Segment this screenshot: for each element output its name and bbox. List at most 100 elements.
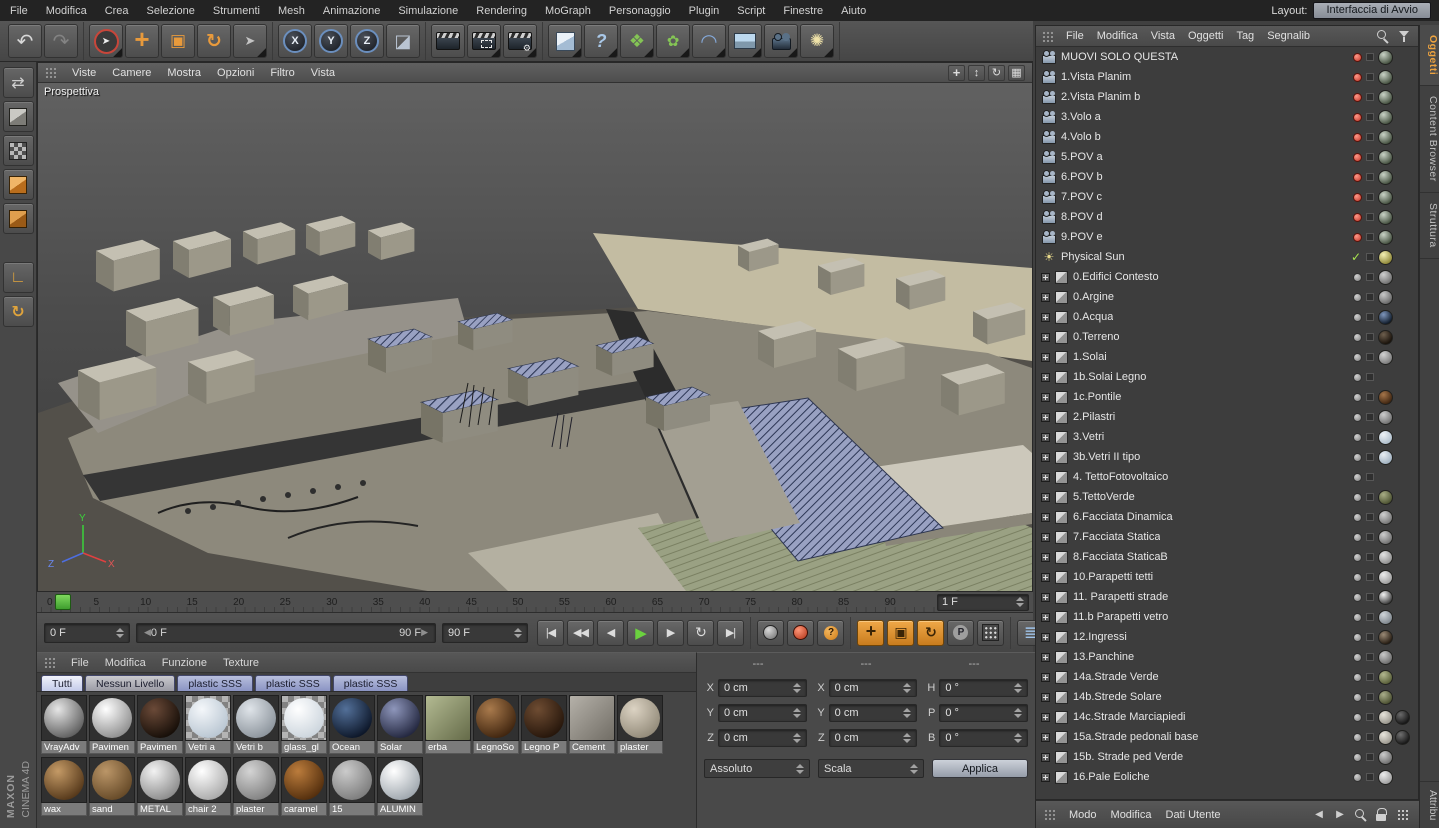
floor-icon[interactable] — [728, 24, 762, 58]
material-name[interactable]: METAL — [137, 803, 183, 816]
object-name[interactable]: 2.Vista Planim b — [1061, 91, 1140, 103]
history-forward-icon[interactable] — [1332, 807, 1348, 823]
stepper-icon[interactable] — [793, 733, 801, 743]
grid-icon[interactable] — [1395, 807, 1411, 823]
object-manager-menu-item[interactable]: Oggetti — [1188, 30, 1223, 42]
menu-item[interactable]: Mesh — [278, 5, 305, 17]
object-name[interactable]: 3b.Vetri II tipo — [1073, 451, 1140, 463]
material-tag-icon[interactable] — [1378, 610, 1393, 625]
object-row[interactable]: 6.Facciata Dinamica — [1036, 507, 1418, 527]
expand-icon[interactable] — [1041, 713, 1050, 722]
object-row[interactable]: 3b.Vetri II tipo — [1036, 447, 1418, 467]
object-row[interactable]: 5.TettoVerde — [1036, 487, 1418, 507]
visibility-dot-icon[interactable] — [1353, 693, 1362, 702]
size-field[interactable]: 0 cm — [829, 729, 918, 747]
apply-button[interactable]: Applica — [932, 759, 1028, 778]
visibility-dot-icon[interactable] — [1353, 553, 1362, 562]
object-name[interactable]: 4.Volo b — [1061, 131, 1101, 143]
material-swatch[interactable]: Ocean — [329, 695, 375, 754]
material-tag-icon[interactable] — [1378, 90, 1393, 105]
material-tag-icon[interactable] — [1378, 170, 1393, 185]
attribute-menu-item[interactable]: Dati Utente — [1166, 809, 1221, 821]
object-name[interactable]: 1c.Pontile — [1073, 391, 1121, 403]
visibility-dot-icon[interactable] — [1353, 633, 1362, 642]
key-scale-icon[interactable] — [887, 620, 914, 646]
visibility-dot-icon[interactable] — [1353, 113, 1362, 122]
material-menu-item[interactable]: File — [71, 657, 89, 669]
stepper-icon[interactable] — [1014, 708, 1022, 718]
model-mode-icon[interactable] — [3, 101, 34, 132]
menu-item[interactable]: Modifica — [46, 5, 87, 17]
material-tag-icon[interactable] — [1378, 330, 1393, 345]
position-field[interactable]: 0 cm — [718, 729, 807, 747]
render-visibility-icon[interactable] — [1366, 693, 1374, 701]
material-name[interactable]: sand — [89, 803, 135, 816]
panel-grip[interactable] — [44, 657, 55, 668]
visibility-dot-icon[interactable] — [1353, 53, 1362, 62]
play-loop-icon[interactable] — [687, 620, 714, 646]
render-visibility-icon[interactable] — [1366, 593, 1374, 601]
coord-system-icon[interactable] — [386, 24, 420, 58]
menu-item[interactable]: Selezione — [147, 5, 195, 17]
visibility-dot-icon[interactable] — [1353, 173, 1362, 182]
effector-icon[interactable] — [656, 24, 690, 58]
object-name[interactable]: 15b. Strade ped Verde — [1073, 751, 1183, 763]
object-row[interactable]: 15a.Strade pedonali base — [1036, 727, 1418, 747]
expand-icon[interactable] — [1041, 613, 1050, 622]
material-tag-icon[interactable] — [1378, 130, 1393, 145]
expand-icon[interactable] — [1041, 393, 1050, 402]
object-name[interactable]: 3.Volo a — [1061, 111, 1101, 123]
object-name[interactable]: 14b.Strede Solare — [1073, 691, 1162, 703]
position-field[interactable]: 0 cm — [718, 704, 807, 722]
material-menu-item[interactable]: Funzione — [162, 657, 207, 669]
filter-icon[interactable] — [1396, 28, 1412, 44]
panel-grip[interactable] — [45, 67, 56, 78]
attribute-menu-item[interactable]: Modo — [1069, 809, 1097, 821]
object-name[interactable]: 11.b Parapetti vetro — [1073, 611, 1168, 623]
material-tag-icon[interactable] — [1378, 230, 1393, 245]
render-visibility-icon[interactable] — [1366, 553, 1374, 561]
visibility-dot-icon[interactable] — [1353, 273, 1362, 282]
render-visibility-icon[interactable] — [1366, 53, 1374, 61]
lock-y-icon[interactable] — [314, 24, 348, 58]
object-manager-menu-item[interactable]: Modifica — [1097, 30, 1138, 42]
material-menu-item[interactable]: Texture — [223, 657, 259, 669]
history-back-icon[interactable] — [1311, 807, 1327, 823]
visibility-dot-icon[interactable] — [1353, 133, 1362, 142]
preview-range-slider[interactable]: ◀ 0 F 90 F ▶ — [136, 623, 436, 643]
menu-item[interactable]: Plugin — [689, 5, 720, 17]
visibility-dot-icon[interactable] — [1353, 613, 1362, 622]
render-visibility-icon[interactable] — [1366, 253, 1374, 261]
visibility-dot-icon[interactable] — [1353, 593, 1362, 602]
material-tag-icon[interactable] — [1378, 590, 1393, 605]
object-row[interactable]: 11. Parapetti strade — [1036, 587, 1418, 607]
render-visibility-icon[interactable] — [1366, 453, 1374, 461]
menu-item[interactable]: Rendering — [476, 5, 527, 17]
rotation-field[interactable]: 0 ° — [939, 704, 1028, 722]
object-name[interactable]: 8.POV d — [1061, 211, 1103, 223]
material-name[interactable]: plaster — [617, 741, 663, 754]
material-swatch[interactable]: VrayAdv — [41, 695, 87, 754]
last-tool-icon[interactable] — [233, 24, 267, 58]
material-tag-icon[interactable] — [1378, 70, 1393, 85]
key-rotation-icon[interactable] — [917, 620, 944, 646]
menu-item[interactable]: Script — [737, 5, 765, 17]
material-tag-icon[interactable] — [1378, 730, 1393, 745]
visibility-dot-icon[interactable] — [1353, 573, 1362, 582]
object-row[interactable]: 5.POV a — [1036, 147, 1418, 167]
object-name[interactable]: 5.POV a — [1061, 151, 1103, 163]
menu-item[interactable]: Personaggio — [609, 5, 671, 17]
live-selection-icon[interactable] — [89, 24, 123, 58]
panel-tab[interactable]: Content Browser — [1420, 86, 1439, 193]
menu-item[interactable]: Finestre — [783, 5, 823, 17]
expand-icon[interactable] — [1041, 473, 1050, 482]
material-layer-tab[interactable]: plastic SSS — [255, 675, 331, 691]
object-manager-menu-item[interactable]: File — [1066, 30, 1084, 42]
lock-x-icon[interactable] — [278, 24, 312, 58]
material-swatch[interactable]: Vetri a — [185, 695, 231, 754]
expand-icon[interactable] — [1041, 493, 1050, 502]
material-swatch[interactable]: Pavimen — [137, 695, 183, 754]
expand-icon[interactable] — [1041, 673, 1050, 682]
render-visibility-icon[interactable] — [1366, 73, 1374, 81]
material-name[interactable]: Pavimen — [89, 741, 135, 754]
